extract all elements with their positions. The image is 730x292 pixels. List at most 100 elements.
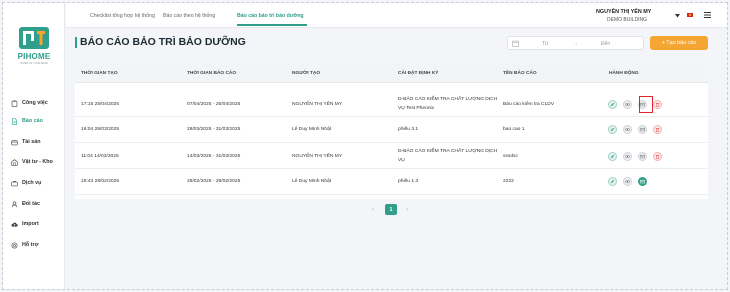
schedule-setting-cont: VỤ Test Pheonix [398,106,435,111]
table-row[interactable]: 16:04 28/03/2025 28/03/2025 - 31/03/2025… [75,117,708,143]
sidebar-item-bao-cao[interactable]: Báo cáo [11,116,65,126]
create-report-label: + Tạo báo cáo [661,40,697,46]
edit-button[interactable] [608,177,617,186]
view-button[interactable] [623,177,632,186]
sidebar-item-label: Import [22,221,39,227]
date-to-placeholder[interactable]: Đến [601,41,610,47]
row-actions [604,100,669,110]
schedule-setting: phiếu 3.1 [398,127,419,132]
page-number: 1 [389,206,393,213]
report-name: Báo cáo kiểm tra CLDV [503,102,555,107]
pencil-icon [610,127,615,132]
edit-button[interactable] [608,152,617,161]
column-header[interactable]: CÀI ĐẶT ĐỊNH KỲ [398,71,439,76]
report-name: bao cao 1 [503,127,525,132]
sidebar-item-dich-vu[interactable]: Dịch vụ [11,178,65,188]
support-icon [11,242,18,248]
view-button[interactable] [623,152,632,161]
column-header[interactable]: NGƯỜI TẠO [292,71,320,76]
tab-bao-cao-theo-he-thong[interactable]: Báo cáo theo hệ thống [163,13,215,19]
column-header[interactable]: THỜI GIAN TẠO [81,71,118,76]
user-name[interactable]: NGUYỄN THỊ YẾN MY [596,9,651,15]
document-icon [12,117,17,125]
edit-button[interactable] [608,125,617,134]
active-tab-indicator [237,24,307,26]
schedule-setting: D-BÁO CÁO KIỂM TRA CHẤT LƯỢNG DỊCH [398,149,498,154]
date-range-picker[interactable]: Từ → Đến [507,36,644,50]
pencil-icon [610,102,615,107]
creator-name: Lê Duy Minh Nhật [292,179,332,184]
caret-down-icon[interactable] [675,14,680,18]
sidebar-item-label: Công việc [22,100,48,106]
title-accent-bar [75,37,77,48]
trash-icon [655,128,660,132]
view-button[interactable] [623,125,632,134]
trash-icon [655,155,660,159]
table-row[interactable]: 17:15 25/04/2025 07/04/2025 - 25/04/2025… [75,91,708,117]
delete-button[interactable] [653,152,662,161]
hamburger-menu-icon[interactable] [704,12,711,18]
box-icon [11,139,18,145]
highlighted-mail-action [639,96,653,113]
eye-icon [625,154,630,159]
pagination-next[interactable]: › [406,207,408,213]
sidebar-item-ho-tro[interactable]: Hỗ trợ [11,240,65,250]
schedule-setting: phiếu 1.3 [398,179,419,184]
row-actions [604,152,669,162]
send-mail-button[interactable] [638,125,647,134]
top-bar: Checklist tổng hợp hệ thống Báo cáo theo… [66,3,727,28]
sidebar-item-cong-viec[interactable]: Công việc [11,98,65,108]
date-arrow: → [573,41,578,47]
delete-button[interactable] [653,100,662,109]
sidebar-item-label: Báo cáo [22,118,43,124]
delete-button[interactable] [653,125,662,134]
report-table: THỜI GIAN TẠO THỜI GIAN BÁO CÁO NGƯỜI TẠ… [75,63,708,199]
table-row[interactable]: 18:43 28/02/2025 28/02/2025 - 28/02/2025… [75,169,708,195]
date-from-placeholder[interactable]: Từ [542,41,548,47]
send-mail-button[interactable] [638,177,647,186]
row-actions [604,125,669,135]
tab-bao-cao-bao-tri[interactable]: Báo cáo bảo trì bảo dưỡng [237,13,304,19]
column-header[interactable]: THỜI GIAN BÁO CÁO [187,71,236,76]
user-icon [11,201,18,207]
column-header: HÀNH ĐỘNG [609,71,639,76]
sidebar-item-doi-tac[interactable]: Đối tác [11,199,65,209]
sidebar-item-label: Tài sản [22,139,41,145]
calendar-icon [512,40,519,47]
created-time: 11:04 14/03/2025 [81,154,119,159]
pagination-page-1[interactable]: 1 [385,204,397,215]
edit-button[interactable] [608,100,617,109]
language-flag-icon[interactable] [687,13,693,17]
sidebar-item-label: Hỗ trợ [22,242,39,248]
create-report-button[interactable]: + Tạo báo cáo [650,36,708,50]
table-header: THỜI GIAN TẠO THỜI GIAN BÁO CÁO NGƯỜI TẠ… [75,63,708,83]
brand-tagline: HOME OF YOUR MIND [20,62,48,65]
column-header[interactable]: TÊN BÁO CÁO [503,71,537,76]
sidebar-item-import[interactable]: Import [11,219,65,229]
report-period: 14/03/2025 - 31/03/2025 [187,154,241,159]
report-name: 2222 [503,179,514,184]
schedule-setting-cont: VỤ [398,158,405,163]
tab-checklist-tong-hop[interactable]: Checklist tổng hợp hệ thống [90,13,155,19]
report-name: sssdsc [503,154,518,159]
creator-name: NGUYỄN THỊ YẾN MY [292,102,343,107]
created-time: 16:04 28/03/2025 [81,127,120,132]
cloud-upload-icon [11,222,18,227]
view-button[interactable] [623,100,632,109]
pagination-prev[interactable]: ‹ [372,207,374,213]
send-mail-button[interactable] [638,152,647,161]
table-row[interactable]: 11:04 14/03/2025 14/03/2025 - 31/03/2025… [75,143,708,169]
eye-icon [625,127,630,132]
created-time: 18:43 28/02/2025 [81,179,120,184]
report-period: 28/02/2025 - 28/02/2025 [187,179,241,184]
envelope-icon [640,179,645,184]
sidebar-item-label: Vật tư - Kho [22,159,53,165]
pencil-icon [610,154,615,159]
envelope-icon [640,127,645,132]
report-period: 28/03/2025 - 31/03/2025 [187,127,241,132]
sidebar-item-vat-tu-kho[interactable]: Vật tư - Kho [11,157,65,167]
sidebar-item-tai-san[interactable]: Tài sản [11,137,65,147]
clipboard-icon [11,100,18,107]
report-period: 07/04/2025 - 25/04/2025 [187,102,241,107]
brand-logo[interactable]: PIHOME HOME OF YOUR MIND [17,27,51,71]
